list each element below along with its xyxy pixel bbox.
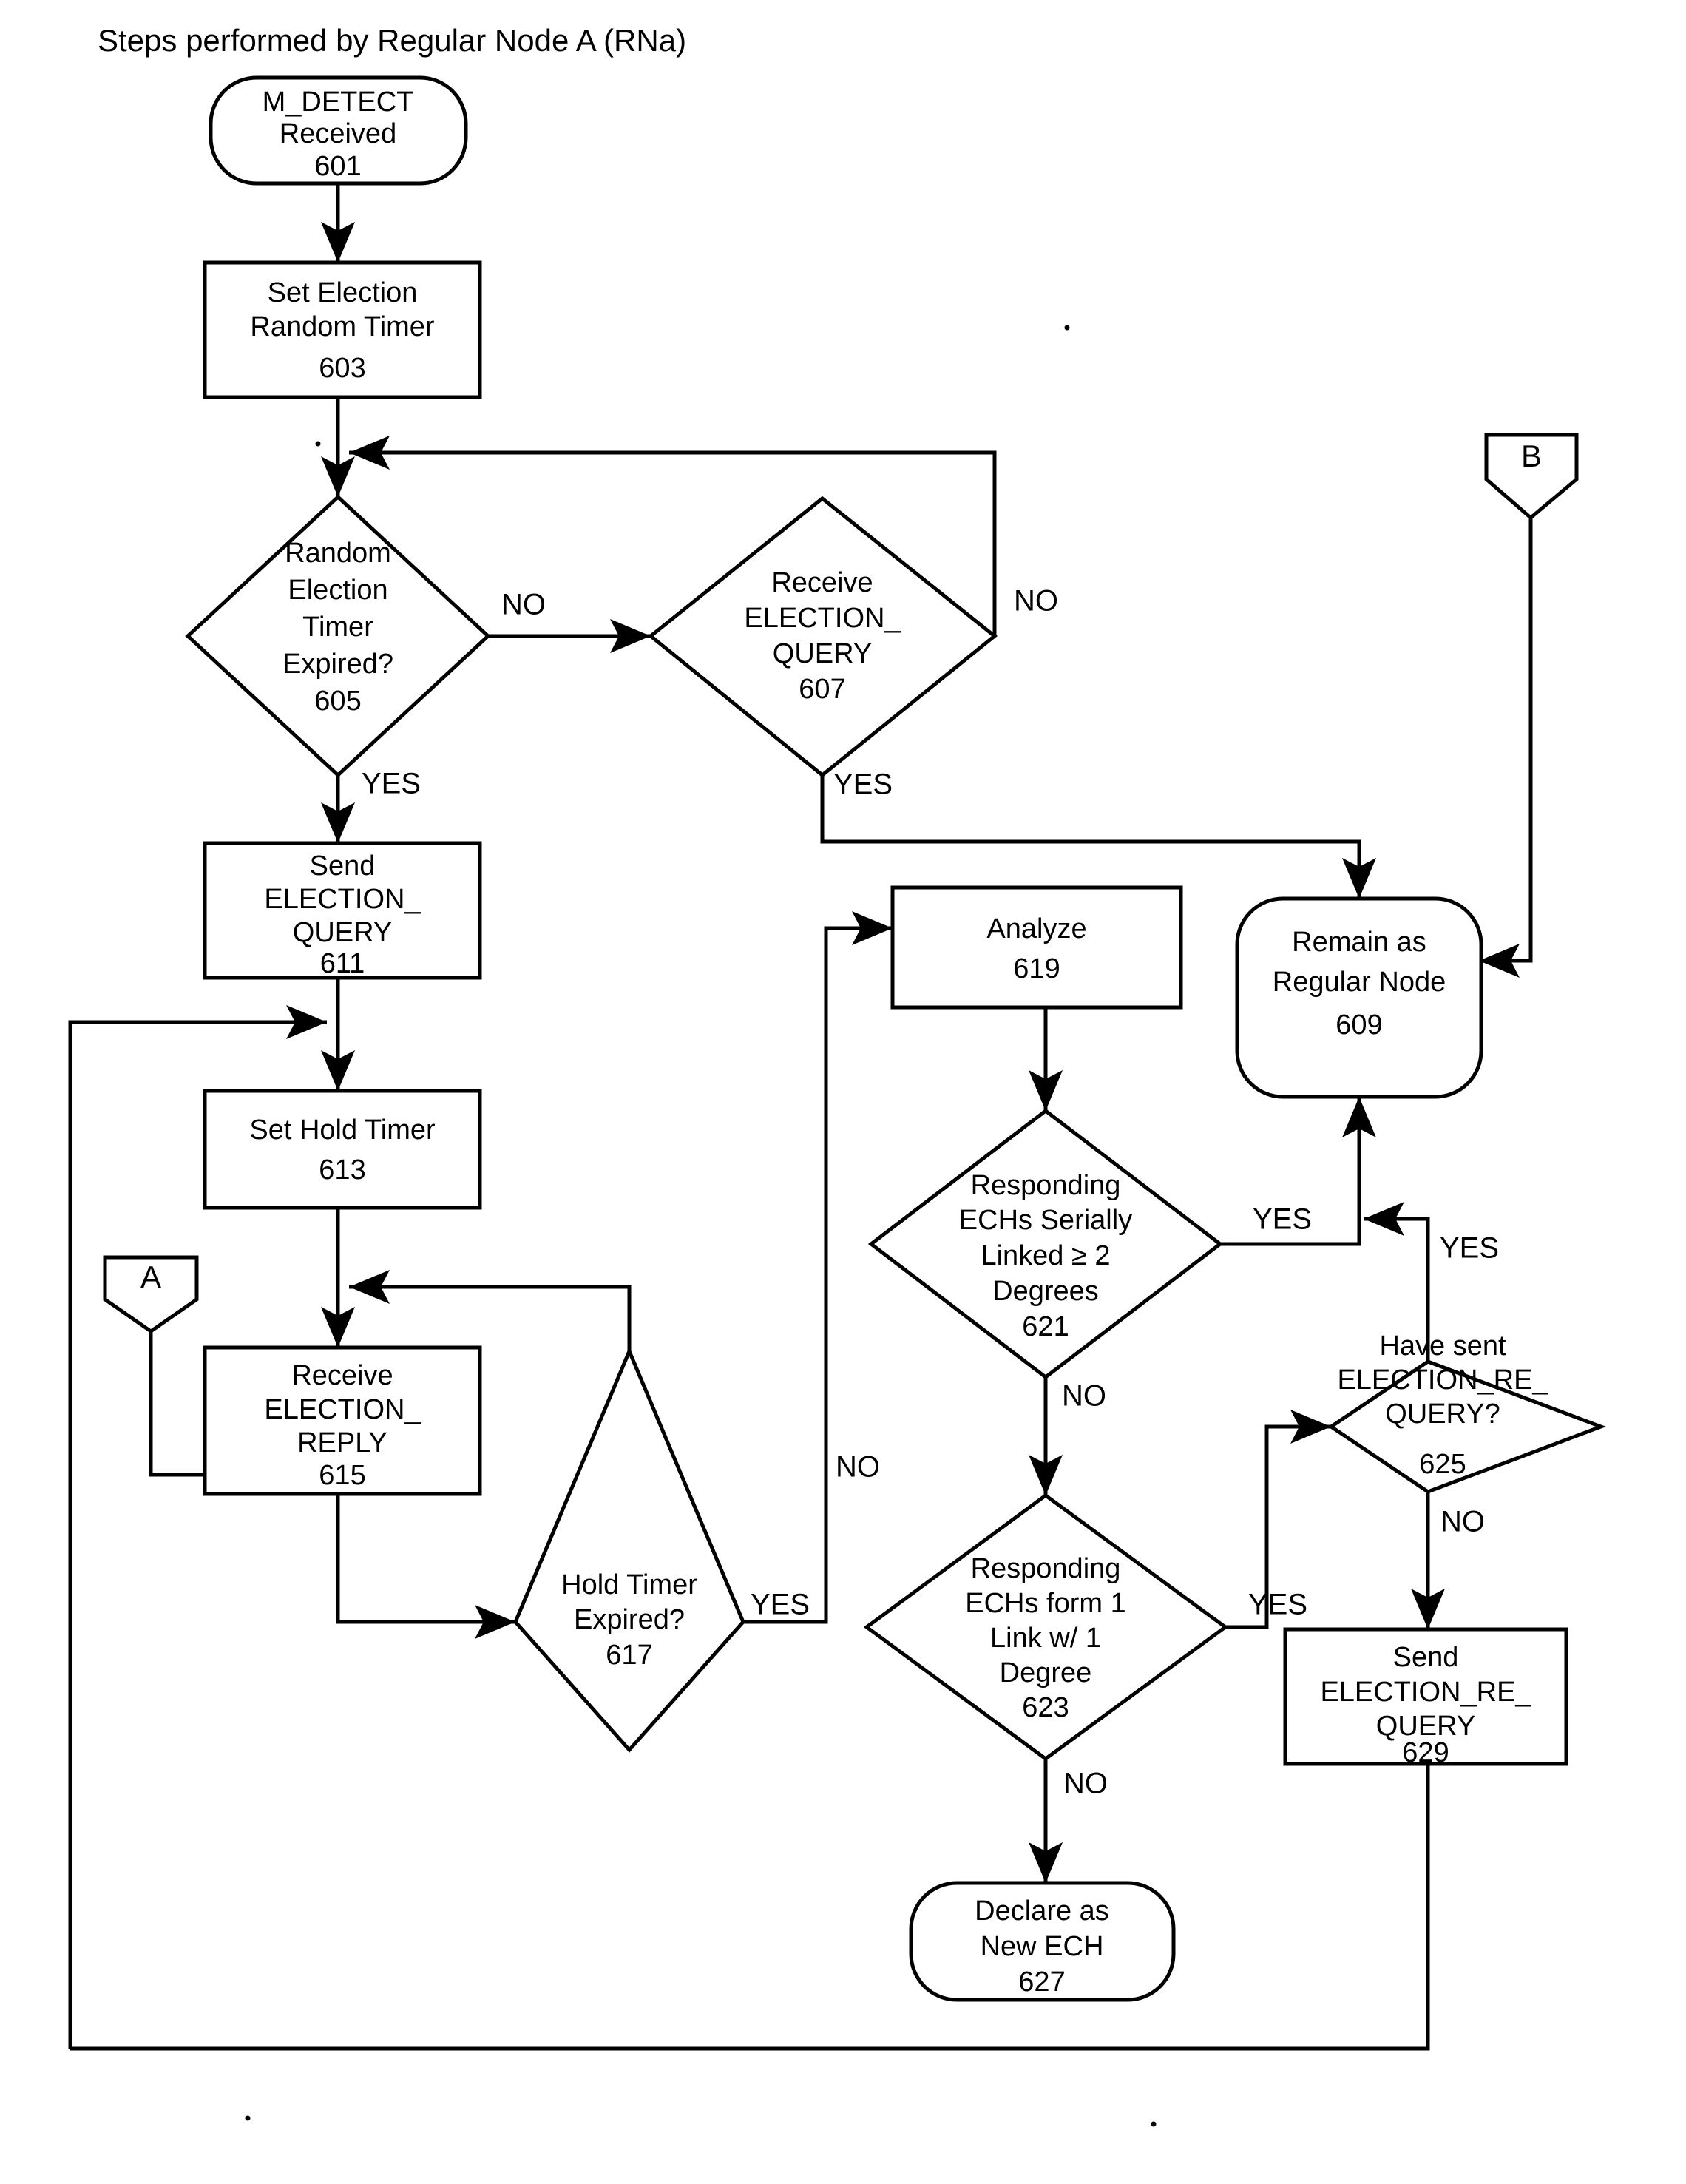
node-621-line-3: Degrees [992,1276,1099,1307]
node-607-line-3: 607 [799,674,845,705]
node-615-line-2: REPLY [297,1427,387,1458]
node-619-line-1: 619 [1013,953,1060,984]
connector-b-letter: B [1521,439,1542,473]
node-615-line-0: Receive [291,1360,393,1391]
edge-connector-b-609 [1479,518,1533,978]
node-629-line-0: Send [1393,1642,1459,1673]
scan-speck [315,441,321,447]
node-621-line-4: 621 [1022,1311,1069,1342]
node-615-line-1: ELECTION_ [264,1394,421,1425]
node-607-line-0: Receive [771,567,873,598]
node-627-line-1: New ECH [981,1931,1104,1962]
node-627-line-0: Declare as [975,1896,1109,1927]
edge-label-605-yes: YES [362,768,421,800]
edge-629-bottom-loop [70,1764,1430,2051]
edge-label-625-yes: YES [1440,1232,1499,1265]
node-611-line-3: 611 [320,948,365,979]
node-605-line-2: Timer [302,612,373,643]
edge-label-621-yes: YES [1253,1203,1312,1236]
scan-speck [1151,2121,1157,2127]
node-627-line-2: 627 [1018,1967,1065,1998]
node-611-line-0: Send [310,851,376,882]
node-617-line-2: 617 [606,1640,652,1671]
node-607-line-2: QUERY [773,638,872,669]
node-607-line-1: ELECTION_ [744,603,901,634]
node-607-decision[interactable] [648,496,998,778]
edge-label-623-no: NO [1063,1768,1108,1800]
node-623-line-2: Link w/ 1 [990,1623,1101,1654]
node-619-process[interactable] [890,885,1183,1010]
flowchart-svg: M_DETECT Received 601 Set Election Rando… [68,23,1607,2127]
node-609-line-1: Regular Node [1273,967,1446,998]
node-617-line-0: Hold Timer [561,1569,697,1600]
scan-speck [1064,325,1070,331]
node-613-line-1: 613 [319,1154,365,1186]
edge-617-yes-619 [743,911,893,1624]
connector-a-letter: A [140,1260,161,1294]
node-613-process[interactable] [203,1089,482,1210]
edge-label-605-no: NO [501,589,546,621]
node-603-line-2: 603 [319,353,365,384]
figure-canvas: M_DETECT Received 601 Set Election Rando… [0,0,1686,2184]
node-601-line-2: 601 [314,151,361,182]
node-603-line-1: Random Timer [250,311,435,342]
edge-label-625-no: NO [1440,1506,1485,1538]
node-613-line-0: Set Hold Timer [249,1115,436,1146]
node-611-line-2: QUERY [293,917,392,948]
edge-label-607-no: NO [1014,585,1058,618]
node-601-line-1: Received [280,118,396,149]
edge-617-no-loop [349,1269,632,1351]
node-609-line-2: 609 [1335,1010,1382,1041]
edge-label-621-no: NO [1062,1380,1106,1413]
node-619-line-0: Analyze [986,913,1086,944]
node-601-line-0: M_DETECT [263,87,414,118]
node-603-line-0: Set Election [268,277,418,308]
node-605-line-4: 605 [314,686,361,717]
node-629-line-1: ELECTION_RE_ [1320,1677,1531,1708]
scan-speck [245,2115,251,2121]
edge-label-623-yes: YES [1248,1589,1307,1621]
node-623-line-3: Degree [1000,1657,1092,1688]
node-623-line-0: Responding [971,1553,1121,1584]
node-615-line-3: 615 [319,1460,365,1491]
node-621-line-0: Responding [971,1170,1121,1201]
node-625-line-0: Have sent [1379,1331,1506,1362]
node-621-line-1: ECHs Serially [959,1205,1132,1236]
edge-607-yes-609 [820,775,1376,899]
node-605-line-1: Election [288,575,387,606]
edge-615-617 [336,1494,515,1640]
node-629-line-3: 629 [1402,1737,1449,1768]
node-625-line-2: QUERY? [1385,1399,1500,1430]
node-625-line-3: 625 [1419,1449,1466,1480]
edge-label-607-yes: YES [833,768,893,801]
node-617-decision[interactable] [513,1346,745,1753]
node-617-line-1: Expired? [574,1604,685,1635]
figure-title: Steps performed by Regular Node A (RNa) [98,23,686,58]
node-623-line-1: ECHs form 1 [965,1588,1125,1619]
node-605-line-3: Expired? [282,649,393,680]
edge-label-617-no: NO [836,1451,880,1484]
node-609-line-0: Remain as [1292,927,1426,958]
node-605-line-0: Random [285,538,391,569]
edge-label-617-yes: YES [751,1589,810,1621]
node-625-line-1: ELECTION_RE_ [1337,1365,1548,1396]
node-611-line-1: ELECTION_ [264,884,421,915]
node-621-line-2: Linked ≥ 2 [981,1240,1110,1271]
node-623-line-4: 623 [1022,1692,1069,1723]
